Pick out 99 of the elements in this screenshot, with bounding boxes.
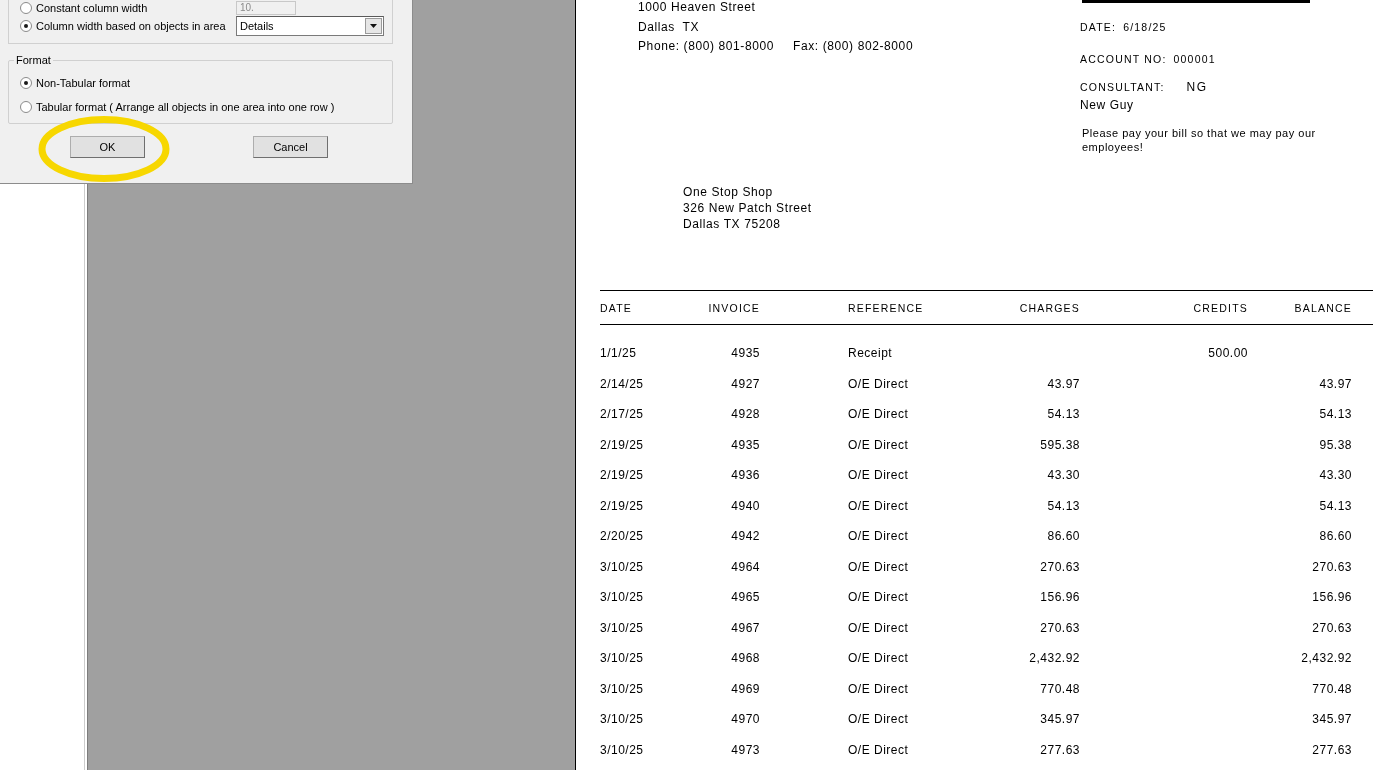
column-header: DATE — [600, 301, 633, 314]
table-cell: 4940 — [731, 498, 760, 513]
fax-number: Fax: (800) 802-8000 — [793, 38, 914, 55]
radio-option[interactable]: Column width based on objects in area — [20, 20, 236, 32]
table-cell: 4968 — [731, 651, 760, 666]
group-title: Format — [14, 54, 53, 67]
table-cell: 2/14/25 — [600, 376, 644, 391]
column-header: CHARGES — [1019, 301, 1080, 314]
table-cell: 54.13 — [1047, 498, 1080, 513]
account-number: 000001 — [1173, 52, 1216, 67]
table-cell: O/E Direct — [848, 620, 909, 635]
table-cell: 2/19/25 — [600, 498, 644, 513]
table-cell: 345.97 — [1312, 712, 1352, 727]
table-cell: O/E Direct — [848, 376, 909, 391]
table-cell: 86.60 — [1047, 529, 1080, 544]
table-cell: 2,432.92 — [1301, 651, 1352, 666]
table-cell: 4970 — [731, 712, 760, 727]
customer-address-line: One Stop Shop — [683, 184, 774, 200]
table-cell: 3/10/25 — [600, 712, 644, 727]
radio-option[interactable]: Non-Tabular format — [20, 75, 392, 91]
table-cell: O/E Direct — [848, 498, 909, 513]
table-cell: 2/17/25 — [600, 407, 644, 422]
table-cell: 4942 — [731, 529, 760, 544]
table-cell: 500.00 — [1208, 346, 1248, 361]
table-cell: 2/19/25 — [600, 468, 644, 483]
ok-button[interactable]: OK — [70, 136, 145, 158]
table-cell: 3/10/25 — [600, 681, 644, 696]
table-cell: 4928 — [731, 407, 760, 422]
table-cell: 43.30 — [1319, 468, 1352, 483]
table-cell: 270.63 — [1040, 620, 1080, 635]
consultant-name: New Guy — [1080, 97, 1135, 113]
cancel-button[interactable]: Cancel — [253, 136, 328, 158]
consultant-code: NG — [1186, 79, 1208, 95]
table-cell: 54.13 — [1319, 498, 1352, 513]
table-cell: 43.97 — [1319, 376, 1352, 391]
table-cell: O/E Direct — [848, 742, 909, 757]
company-address-line: Dallas TX — [638, 18, 701, 36]
table-cell: O/E Direct — [848, 468, 909, 483]
table-cell: O/E Direct — [848, 712, 909, 727]
company-address-line: 1000 Heaven Street — [638, 0, 757, 16]
table-cell: O/E Direct — [848, 529, 909, 544]
table-cell: 4973 — [731, 742, 760, 757]
table-cell: 2/20/25 — [600, 529, 644, 544]
table-cell: 54.13 — [1047, 407, 1080, 422]
table-cell: 86.60 — [1319, 529, 1352, 544]
table-cell: 3/10/25 — [600, 651, 644, 666]
table-cell: 270.63 — [1312, 620, 1352, 635]
table-cell: 345.97 — [1040, 712, 1080, 727]
table-cell: 277.63 — [1312, 742, 1352, 757]
table-cell: 2,432.92 — [1029, 651, 1080, 666]
column-header: BALANCE — [1294, 301, 1352, 314]
table-cell: 156.96 — [1040, 590, 1080, 605]
column-header: INVOICE — [708, 301, 760, 314]
table-cell: 54.13 — [1319, 407, 1352, 422]
table-cell: 770.48 — [1040, 681, 1080, 696]
table-cell: 4936 — [731, 468, 760, 483]
table-cell: 3/10/25 — [600, 590, 644, 605]
table-cell: 270.63 — [1040, 559, 1080, 574]
table-cell: O/E Direct — [848, 559, 909, 574]
column-header: REFERENCE — [848, 301, 924, 314]
table-cell: 4969 — [731, 681, 760, 696]
consultant-label: CONSULTANT: — [1080, 80, 1165, 95]
table-cell: 4935 — [731, 346, 760, 361]
caret-icon — [365, 18, 382, 34]
table-cell: 4927 — [731, 376, 760, 391]
table-cell: 95.38 — [1319, 437, 1352, 452]
table-cell: 270.63 — [1312, 559, 1352, 574]
table-cell: 43.97 — [1047, 376, 1080, 391]
table-cell: O/E Direct — [848, 651, 909, 666]
payment-note: Please pay your bill so that we may pay our employees! — [1082, 126, 1317, 154]
table-cell: O/E Direct — [848, 681, 909, 696]
radio-option[interactable]: Constant column width — [20, 1, 236, 14]
table-cell: 4935 — [731, 437, 760, 452]
table-cell: 770.48 — [1312, 681, 1352, 696]
table-cell: Receipt — [848, 346, 893, 361]
table-cell: 2/19/25 — [600, 437, 644, 452]
table-cell: 3/10/25 — [600, 559, 644, 574]
customer-address-line: 326 New Patch Street — [683, 200, 813, 216]
table-cell: 4964 — [731, 559, 760, 574]
phone-number: Phone: (800) 801-8000 — [638, 38, 775, 55]
table-cell: 3/10/25 — [600, 742, 644, 757]
table-cell: 1/1/25 — [600, 346, 637, 361]
table-cell: 43.30 — [1047, 468, 1080, 483]
table-cell: 4965 — [731, 590, 760, 605]
table-cell: 156.96 — [1312, 590, 1352, 605]
table-cell: 4967 — [731, 620, 760, 635]
radio-option[interactable]: Tabular format ( Arrange all objects in one area into one row ) — [20, 99, 392, 115]
date-value: 6/18/25 — [1123, 20, 1167, 35]
table-cell: 595.38 — [1040, 437, 1080, 452]
table-cell: O/E Direct — [848, 590, 909, 605]
account-label: ACCOUNT NO: — [1080, 52, 1167, 67]
customer-address-line: Dallas TX 75208 — [683, 216, 782, 232]
table-cell: 277.63 — [1040, 742, 1080, 757]
table-cell: O/E Direct — [848, 407, 909, 422]
select-dropdown[interactable]: Details — [236, 16, 384, 36]
column-header: CREDITS — [1193, 301, 1248, 314]
table-cell: O/E Direct — [848, 437, 909, 452]
table-cell: 3/10/25 — [600, 620, 644, 635]
date-label: DATE: — [1080, 20, 1117, 35]
